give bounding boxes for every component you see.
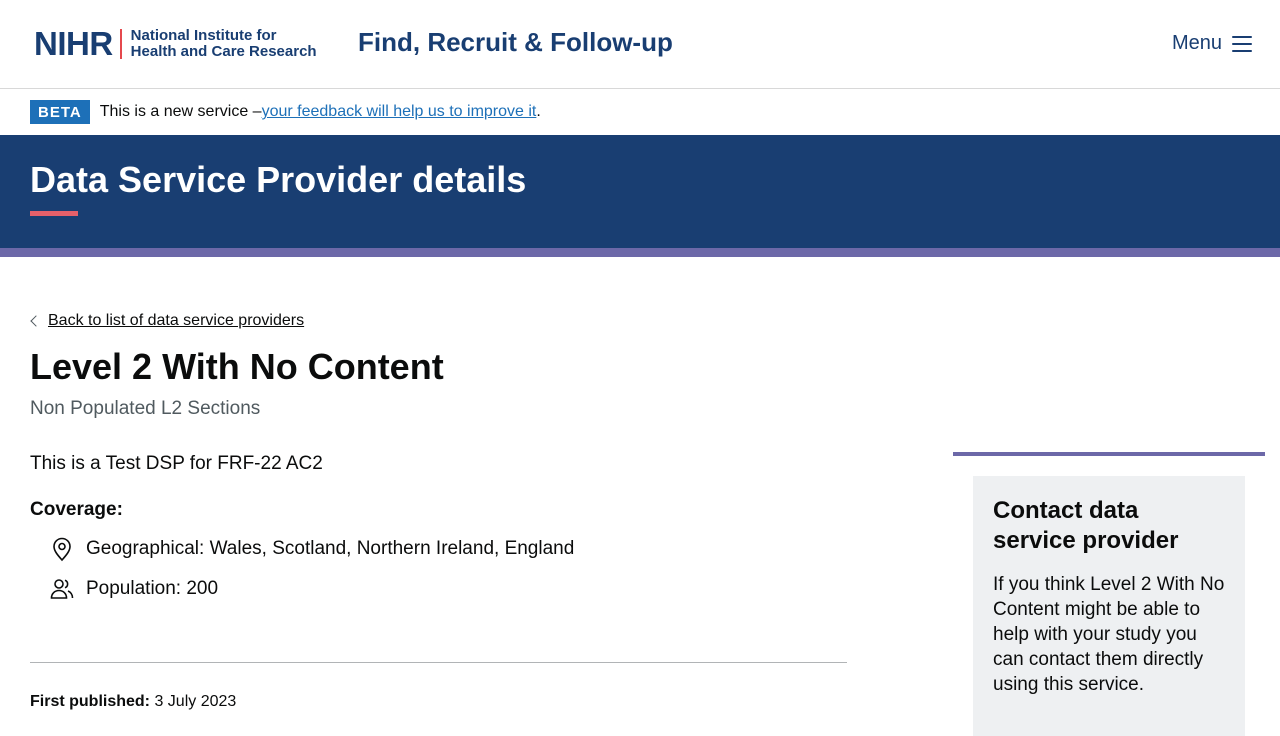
location-pin-icon bbox=[53, 537, 71, 562]
sidebar-rule bbox=[953, 452, 1265, 456]
back-link-label: Back to list of data service providers bbox=[48, 312, 305, 329]
contact-card: Contact data service provider If you thi… bbox=[973, 476, 1245, 736]
published-date: 3 July 2023 bbox=[154, 693, 237, 710]
banner-strip bbox=[0, 248, 1280, 257]
geographical-text: Geographical: Wales, Scotland, Northern … bbox=[86, 538, 575, 559]
section-divider bbox=[30, 662, 847, 663]
logo-separator bbox=[119, 29, 122, 59]
feedback-link[interactable]: your feedback will help us to improve it bbox=[262, 103, 537, 121]
page-subtitle: Non Populated L2 Sections bbox=[30, 398, 261, 419]
page-title: Level 2 With No Content bbox=[30, 346, 444, 387]
site-header: NIHR National Institute for Health and C… bbox=[0, 0, 1280, 89]
description: This is a Test DSP for FRF-22 AC2 bbox=[30, 453, 323, 474]
coverage-geographical: Geographical: Wales, Scotland, Northern … bbox=[50, 536, 574, 562]
banner-accent-bar bbox=[30, 211, 78, 216]
nihr-logo[interactable]: NIHR National Institute for Health and C… bbox=[34, 27, 317, 61]
banner-title: Data Service Provider details bbox=[30, 159, 527, 200]
contact-text: If you think Level 2 With No Content mig… bbox=[993, 574, 1225, 695]
people-icon bbox=[50, 579, 74, 599]
coverage-label: Coverage: bbox=[30, 499, 123, 520]
population-text: Population: 200 bbox=[86, 578, 219, 599]
beta-text: This is a new service – bbox=[99, 103, 262, 120]
menu-button[interactable]: Menu bbox=[1172, 32, 1252, 55]
menu-label: Menu bbox=[1171, 32, 1222, 54]
service-name-link[interactable]: Find, Recruit & Follow-up bbox=[358, 26, 673, 58]
beta-tag: BETA bbox=[30, 100, 90, 124]
contact-title: Contact data service provider bbox=[993, 497, 1179, 554]
page-banner: Data Service Provider details bbox=[0, 135, 1280, 248]
published-label: First published: bbox=[30, 693, 150, 710]
first-published: First published: 3 July 2023 bbox=[30, 693, 236, 711]
back-link[interactable]: Back to list of data service providers bbox=[30, 312, 304, 330]
chevron-left-icon bbox=[30, 315, 42, 327]
coverage-population: Population: 200 bbox=[50, 576, 218, 602]
logo-text: National Institute for Health and Care R… bbox=[131, 28, 317, 60]
logo-mark: NIHR bbox=[34, 25, 113, 62]
logo-text-line2: Health and Care Research bbox=[130, 43, 317, 60]
hamburger-icon bbox=[1232, 35, 1252, 52]
phase-banner: BETA This is a new service – your feedba… bbox=[0, 89, 1280, 135]
logo-text-line1: National Institute for bbox=[130, 27, 277, 44]
beta-text-end: . bbox=[536, 103, 541, 120]
